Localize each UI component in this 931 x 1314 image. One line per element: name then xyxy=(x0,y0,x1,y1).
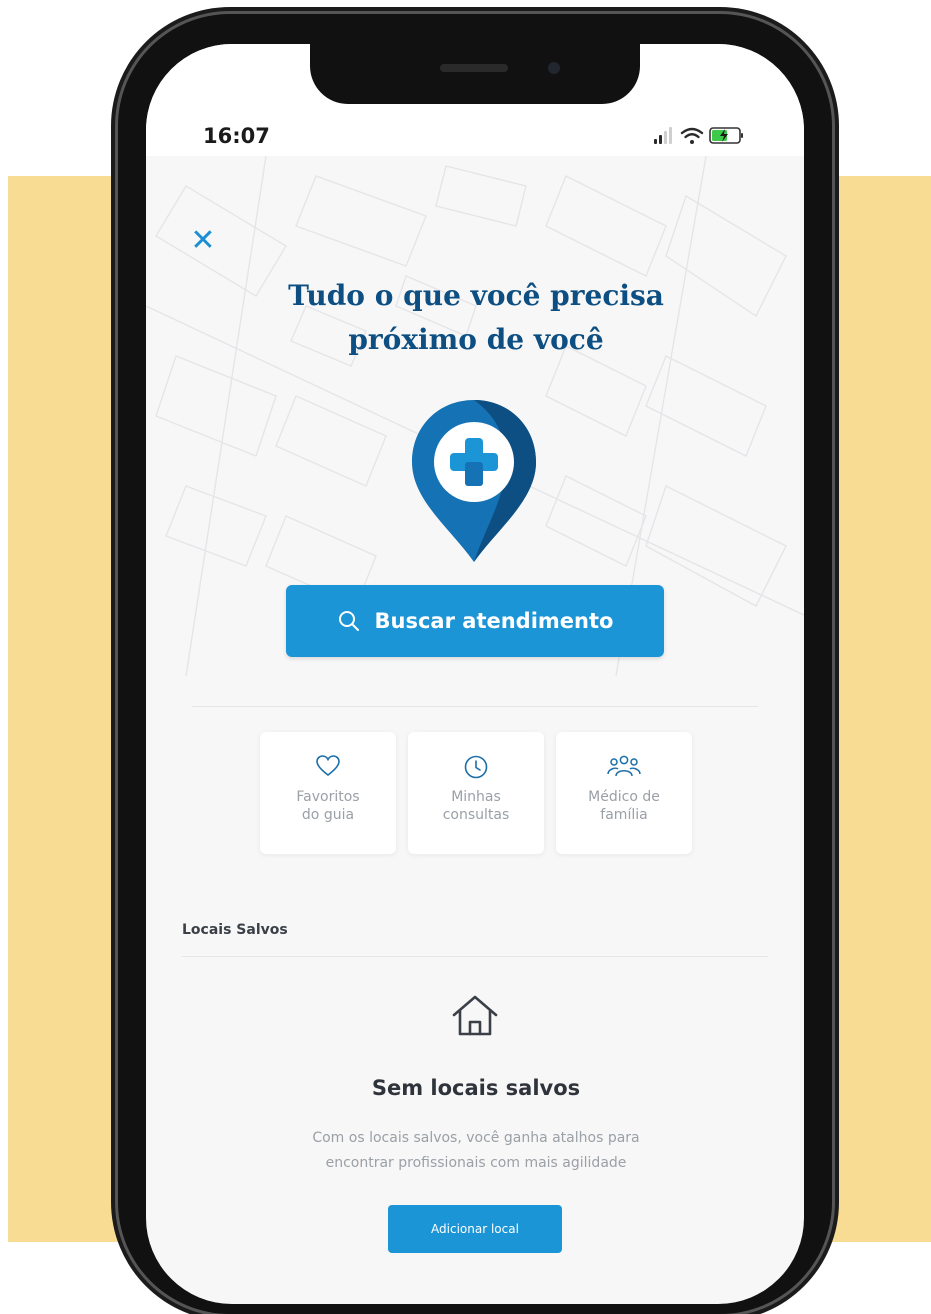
search-icon xyxy=(338,611,359,631)
empty-state-title: Sem locais salvos xyxy=(371,1076,581,1100)
battery-charging-icon xyxy=(709,127,743,144)
wifi-icon xyxy=(680,127,704,144)
clock-icon xyxy=(464,755,488,779)
status-time: 16:07 xyxy=(203,124,270,148)
location-pin-plus-icon xyxy=(412,400,536,562)
phone-notch xyxy=(310,44,640,104)
add-place-button[interactable]: Adicionar local xyxy=(388,1205,562,1253)
shortcut-label: Médico de família xyxy=(588,789,660,823)
empty-state-description: Com os locais salvos, você ganha atalhos… xyxy=(312,1130,640,1171)
shortcut-appointments[interactable]: Minhas consultas xyxy=(408,732,544,854)
signal-icon xyxy=(654,127,672,144)
shortcut-label: Minhas consultas xyxy=(442,789,510,823)
title-line-1: Tudo o que você precisa xyxy=(288,279,664,312)
heart-icon xyxy=(316,755,340,777)
search-service-button[interactable]: Buscar atendimento xyxy=(286,585,664,657)
close-button[interactable]: ✕ xyxy=(186,224,220,258)
search-button-label: Buscar atendimento xyxy=(374,609,614,633)
speaker-grille xyxy=(440,64,508,72)
status-icons xyxy=(654,127,743,144)
house-icon xyxy=(452,995,498,1036)
divider xyxy=(192,706,758,707)
divider xyxy=(182,956,768,957)
close-icon: ✕ xyxy=(190,223,216,258)
phone-frame: 16:07 ✕ Tudo o que você precisa próximo … xyxy=(118,14,832,1314)
shortcut-label: Favoritos do guia xyxy=(296,789,360,823)
title-line-2: próximo de você xyxy=(348,323,604,356)
saved-places-title: Locais Salvos xyxy=(182,922,288,938)
shortcut-family-doctor[interactable]: Médico de família xyxy=(556,732,692,854)
shortcut-favorites[interactable]: Favoritos do guia xyxy=(260,732,396,854)
app-screen: 16:07 ✕ Tudo o que você precisa próximo … xyxy=(146,44,804,1304)
page-title: Tudo o que você precisa próximo de você xyxy=(206,274,746,362)
group-icon xyxy=(607,755,641,777)
front-camera xyxy=(548,62,560,74)
